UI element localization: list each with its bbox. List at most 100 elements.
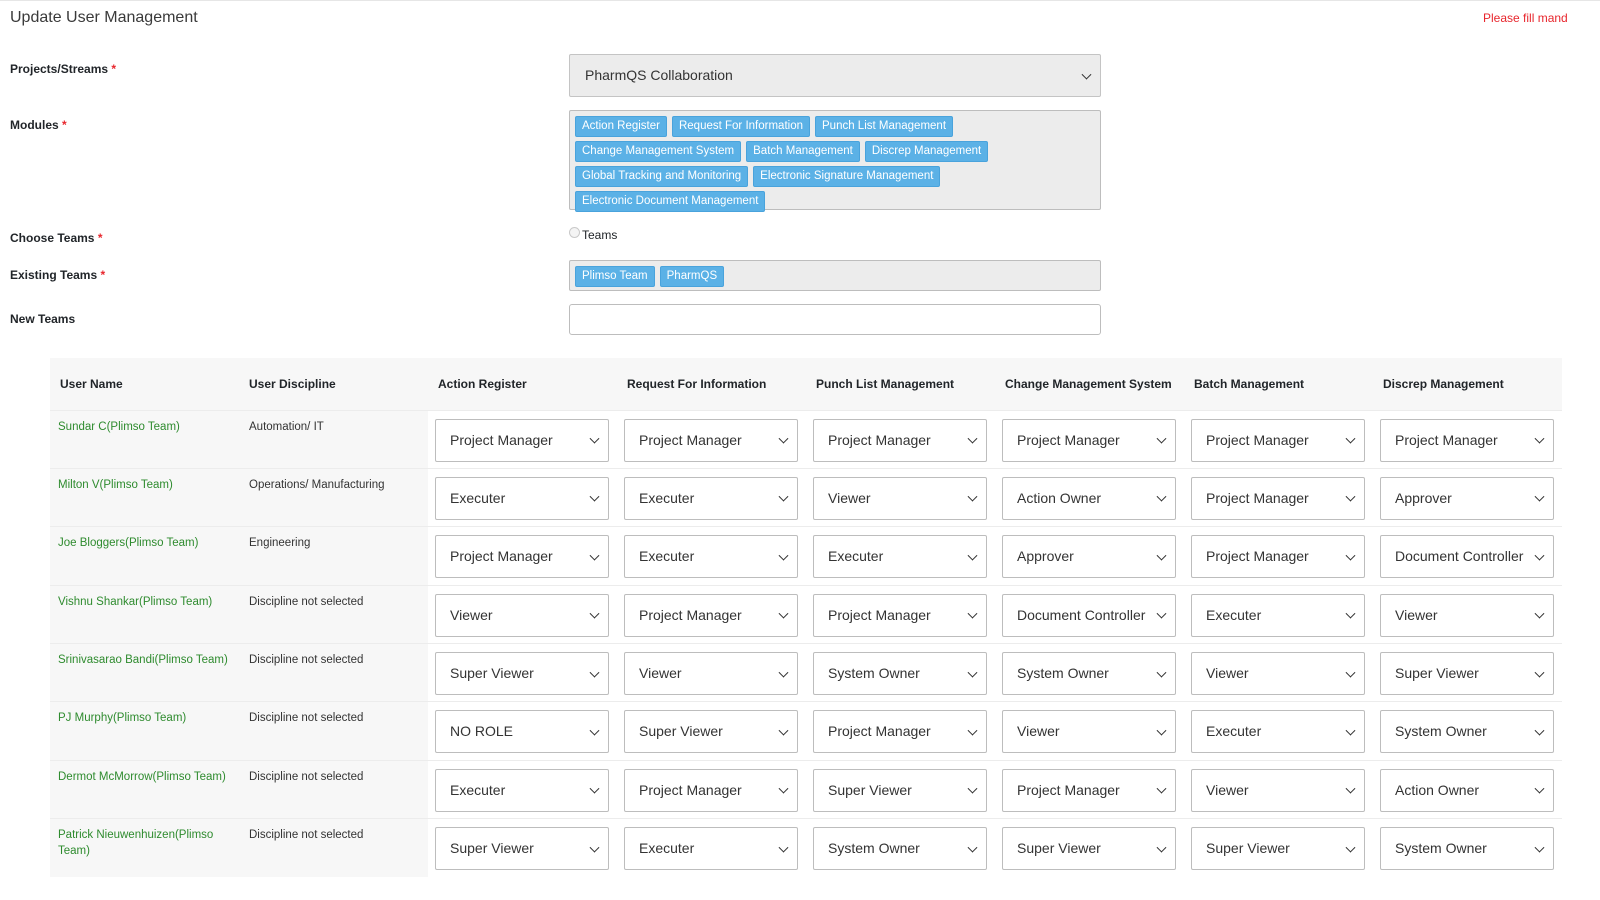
role-select[interactable]: Action Owner <box>1380 768 1554 812</box>
role-select[interactable]: Project Manager <box>1191 476 1365 520</box>
role-select[interactable]: Executer <box>813 535 987 579</box>
role-select[interactable]: Viewer <box>1002 710 1176 754</box>
role-select[interactable]: System Owner <box>1002 652 1176 696</box>
chevron-down-icon <box>778 608 789 619</box>
teams-radio[interactable] <box>569 226 580 238</box>
role-select[interactable]: Executer <box>624 827 798 871</box>
chevron-down-icon <box>778 725 789 736</box>
role-select[interactable]: Project Manager <box>813 710 987 754</box>
team-tag[interactable]: PharmQS <box>659 266 725 287</box>
role-select[interactable]: Project Manager <box>1002 418 1176 462</box>
role-select[interactable]: Project Manager <box>624 593 798 637</box>
role-cell: Viewer <box>1184 643 1373 702</box>
role-select[interactable]: Project Manager <box>813 593 987 637</box>
role-select[interactable]: Viewer <box>1191 652 1365 696</box>
role-select[interactable]: Super Viewer <box>435 827 609 871</box>
role-select[interactable]: Approver <box>1380 476 1554 520</box>
role-select[interactable]: Viewer <box>435 593 609 637</box>
role-select[interactable]: Super Viewer <box>624 710 798 754</box>
role-cell: Project Manager <box>1184 526 1373 586</box>
chevron-down-icon <box>1534 608 1545 619</box>
chevron-down-icon <box>1081 69 1092 80</box>
role-select[interactable]: Project Manager <box>435 535 609 579</box>
role-select[interactable]: Executer <box>624 535 798 579</box>
role-select[interactable]: Executer <box>1191 593 1365 637</box>
module-tag[interactable]: Change Management System <box>575 141 742 162</box>
role-select[interactable]: Viewer <box>624 652 798 696</box>
module-tag[interactable]: Electronic Signature Management <box>753 166 941 187</box>
role-cell: Viewer <box>995 701 1184 761</box>
role-select[interactable]: Action Owner <box>1002 476 1176 520</box>
validation-warning: Please fill mand <box>1483 11 1568 25</box>
role-select[interactable]: Project Manager <box>813 418 987 462</box>
role-select[interactable]: Executer <box>624 476 798 520</box>
module-tag[interactable]: Electronic Document Management <box>575 191 766 212</box>
teams-radio-option[interactable]: Teams <box>569 226 617 242</box>
chevron-down-icon <box>1156 842 1167 853</box>
module-tag[interactable]: Punch List Management <box>815 116 954 137</box>
role-select-value: System Owner <box>828 665 920 682</box>
role-select[interactable]: Project Manager <box>435 418 609 462</box>
role-cell: System Owner <box>995 643 1184 702</box>
role-cell: Project Manager <box>995 409 1184 469</box>
role-select-value: System Owner <box>828 840 920 857</box>
chevron-down-icon <box>778 433 789 444</box>
role-select[interactable]: Project Manager <box>1191 535 1365 579</box>
role-select[interactable]: Executer <box>435 768 609 812</box>
role-select[interactable]: Viewer <box>1191 768 1365 812</box>
role-select[interactable]: Super Viewer <box>1191 827 1365 871</box>
role-select[interactable]: Executer <box>1191 710 1365 754</box>
chevron-down-icon <box>1156 667 1167 678</box>
chevron-down-icon <box>1534 550 1545 561</box>
role-select-value: Viewer <box>639 665 682 682</box>
role-select-value: Super Viewer <box>1395 665 1479 682</box>
role-select[interactable]: Document Controller <box>1380 535 1554 579</box>
role-cell: Executer <box>1184 701 1373 761</box>
chevron-down-icon <box>1534 842 1545 853</box>
role-select[interactable]: Super Viewer <box>1002 827 1176 871</box>
column-header: Punch List Management <box>806 358 995 410</box>
role-select-value: Project Manager <box>1017 431 1120 448</box>
chevron-down-icon <box>1345 550 1356 561</box>
role-select-value: Super Viewer <box>450 840 534 857</box>
user-name-cell: Vishnu Shankar(Plimso Team) <box>50 584 239 644</box>
role-select[interactable]: Super Viewer <box>1380 652 1554 696</box>
team-tag[interactable]: Plimso Team <box>575 266 655 287</box>
role-select[interactable]: NO ROLE <box>435 710 609 754</box>
module-tag[interactable]: Batch Management <box>746 141 860 162</box>
role-select[interactable]: Executer <box>435 476 609 520</box>
role-select[interactable]: Project Manager <box>1191 418 1365 462</box>
role-select[interactable]: System Owner <box>813 652 987 696</box>
new-teams-input[interactable] <box>569 304 1101 335</box>
user-discipline-cell: Engineering <box>239 526 428 586</box>
role-select[interactable]: Approver <box>1002 535 1176 579</box>
role-select[interactable]: Super Viewer <box>435 652 609 696</box>
role-select-value: Super Viewer <box>639 723 723 740</box>
role-select-value: Document Controller <box>1017 606 1146 623</box>
role-select[interactable]: Viewer <box>813 476 987 520</box>
role-select-value: Executer <box>1206 606 1262 623</box>
role-select[interactable]: System Owner <box>1380 710 1554 754</box>
user-discipline-cell: Discipline not selected <box>239 643 428 702</box>
module-tag[interactable]: Action Register <box>575 116 667 137</box>
role-select[interactable]: Project Manager <box>624 418 798 462</box>
module-tag[interactable]: Discrep Management <box>864 141 989 162</box>
module-tag[interactable]: Global Tracking and Monitoring <box>575 166 749 187</box>
role-select[interactable]: System Owner <box>1380 827 1554 871</box>
role-select[interactable]: Super Viewer <box>813 768 987 812</box>
role-select[interactable]: Viewer <box>1380 593 1554 637</box>
module-tag[interactable]: Request For Information <box>671 116 810 137</box>
role-cell: Viewer <box>1184 759 1373 819</box>
modules-label: Modules * <box>10 118 67 132</box>
role-select[interactable]: Project Manager <box>1380 418 1554 462</box>
role-cell: Executer <box>617 467 806 527</box>
role-select[interactable]: Document Controller <box>1002 593 1176 637</box>
projects-select[interactable]: PharmQS Collaboration <box>569 54 1101 97</box>
modules-multiselect[interactable]: Action Register Request For Information … <box>569 110 1101 212</box>
role-select[interactable]: Project Manager <box>624 768 798 812</box>
existing-teams-multiselect[interactable]: Plimso Team PharmQS <box>569 260 1101 291</box>
role-select-value: Executer <box>639 489 695 506</box>
role-select[interactable]: Project Manager <box>1002 768 1176 812</box>
role-select[interactable]: System Owner <box>813 827 987 871</box>
user-name-cell: Milton V(Plimso Team) <box>50 467 239 527</box>
